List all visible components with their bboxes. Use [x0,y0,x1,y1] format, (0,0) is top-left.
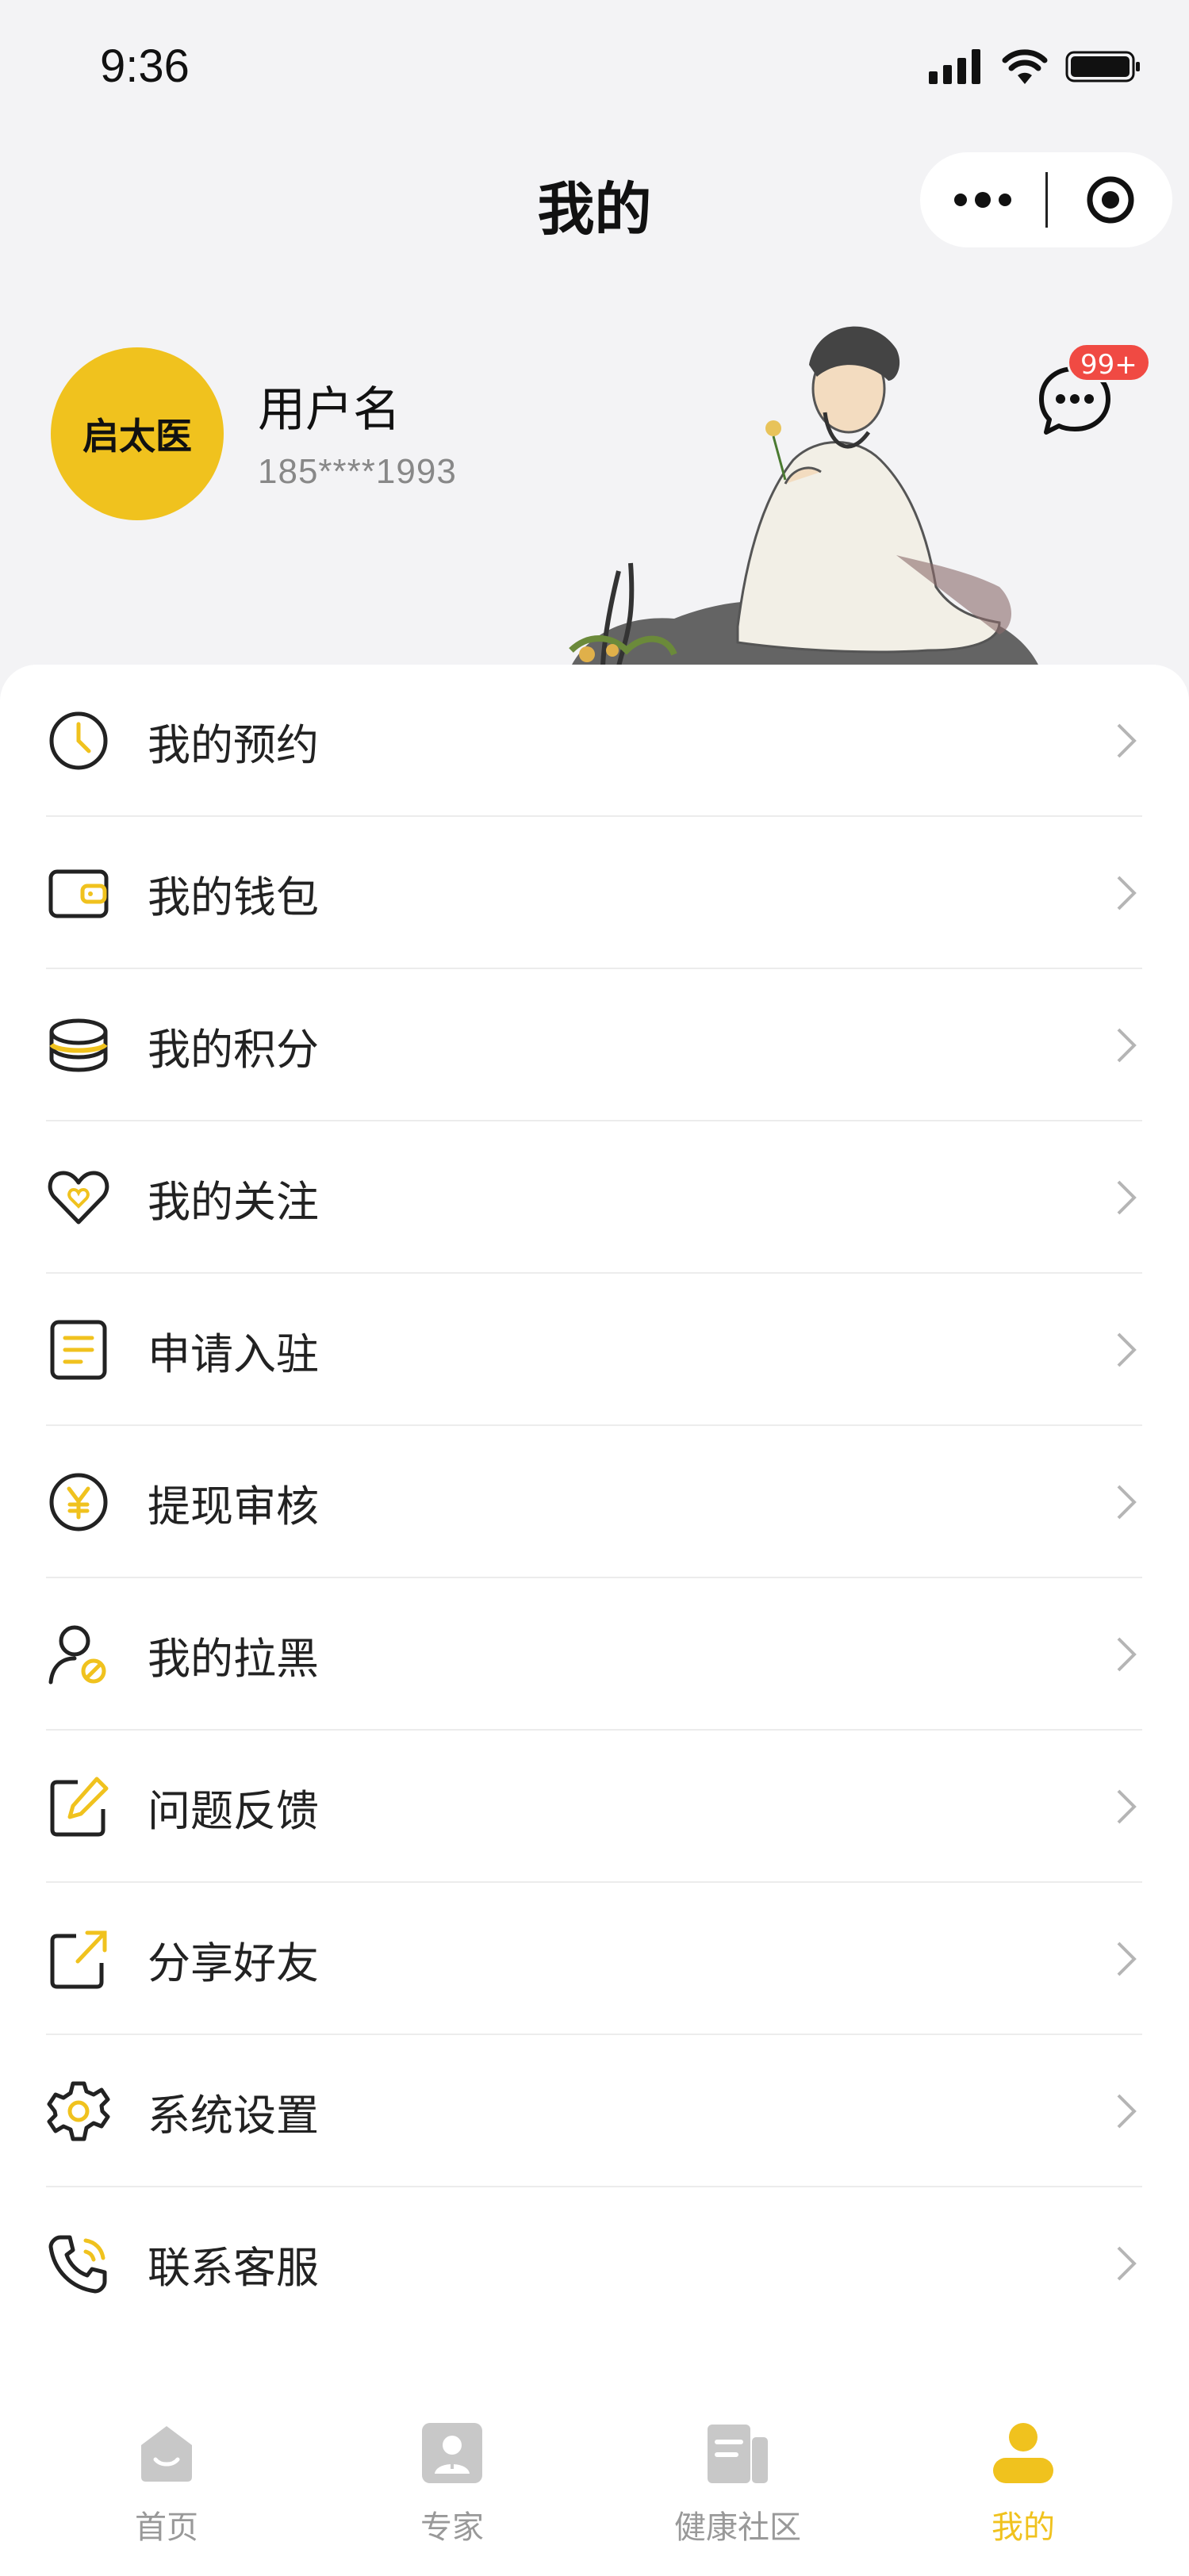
tab-health-community[interactable]: 健康社区 [619,2417,857,2568]
menu-item-label: 问题反馈 [148,1785,319,1836]
menu-item-settings[interactable]: 系统设置 [46,2035,1142,2187]
menu-item-label: 我的钱包 [148,872,319,922]
message-badge: 99+ [1067,343,1151,382]
edit-icon [46,1774,111,1839]
menu-item-label: 系统设置 [148,2090,319,2141]
chevron-right-icon [1117,1637,1137,1672]
tab-experts[interactable]: 专家 [333,2417,571,2568]
chevron-right-icon [1117,2094,1137,2129]
signal-icon [929,49,980,84]
menu-item-feedback[interactable]: 问题反馈 [46,1731,1142,1883]
phone-icon [46,2231,111,2296]
document-icon [46,1317,111,1382]
expert-icon [416,2417,488,2489]
home-icon [131,2417,202,2489]
chevron-right-icon [1117,2246,1137,2281]
chevron-right-icon [1117,723,1137,758]
menu-item-label: 我的拉黑 [148,1633,319,1684]
menu-item-apply-join[interactable]: 申请入驻 [46,1274,1142,1426]
tab-mine[interactable]: 我的 [904,2417,1142,2568]
tab-label: 专家 [420,2509,484,2546]
gear-icon [46,2079,111,2144]
username: 用户名 [258,382,401,438]
chevron-right-icon [1117,1789,1137,1824]
clock-icon [46,708,111,773]
wallet-icon [46,861,111,926]
wifi-icon [1002,49,1048,84]
heart-icon [46,1165,111,1230]
chevron-right-icon [1117,876,1137,910]
menu-item-points[interactable]: 我的积分 [46,969,1142,1121]
menu-item-withdraw-review[interactable]: 提现审核 [46,1426,1142,1578]
chevron-right-icon [1117,1485,1137,1520]
more-dots-icon [954,192,1011,208]
share-icon [46,1926,111,1991]
menu-item-wallet[interactable]: 我的钱包 [46,817,1142,969]
menu-item-label: 申请入驻 [148,1328,319,1379]
menu-item-share[interactable]: 分享好友 [46,1883,1142,2035]
chevron-right-icon [1117,1028,1137,1063]
mini-program-capsule [920,152,1172,247]
menu-item-appointments[interactable]: 我的预约 [46,665,1142,817]
community-icon [702,2417,773,2489]
profile-icon [988,2417,1059,2489]
tab-home[interactable]: 首页 [48,2417,286,2568]
coins-icon [46,1013,111,1078]
block-user-icon [46,1622,111,1687]
chevron-right-icon [1117,1180,1137,1215]
menu-list: 我的预约 我的钱包 我的积分 我的关注 申请入驻 提现审核 我的拉黑 问题反馈 … [0,665,1189,2394]
ink-painting-illustration [569,326,1039,666]
yen-icon [46,1470,111,1535]
menu-item-label: 我的积分 [148,1024,319,1075]
tab-label: 我的 [991,2509,1055,2546]
menu-item-blocklist[interactable]: 我的拉黑 [46,1578,1142,1731]
status-time: 9:36 [100,40,190,92]
target-icon [1087,176,1133,224]
menu-item-follows[interactable]: 我的关注 [46,1121,1142,1274]
status-icons [929,49,1141,84]
more-button[interactable] [920,152,1045,247]
menu-item-label: 联系客服 [148,2242,319,2293]
tab-label: 健康社区 [674,2509,801,2546]
close-button[interactable] [1048,152,1172,247]
status-bar: 9:36 [0,0,1189,135]
menu-item-label: 我的关注 [148,1176,319,1227]
menu-item-label: 分享好友 [148,1938,319,1988]
phone-number: 185****1993 [258,452,457,491]
tab-label: 首页 [135,2509,198,2546]
chevron-right-icon [1117,1332,1137,1367]
chevron-right-icon [1117,1942,1137,1976]
tab-bar: 首页 专家 健康社区 我的 [0,2394,1189,2576]
menu-item-label: 我的预约 [148,719,319,770]
battery-icon [1065,51,1140,82]
avatar[interactable]: 启太医 [51,347,224,520]
menu-item-label: 提现审核 [148,1481,319,1531]
menu-item-customer-service[interactable]: 联系客服 [46,2187,1142,2340]
